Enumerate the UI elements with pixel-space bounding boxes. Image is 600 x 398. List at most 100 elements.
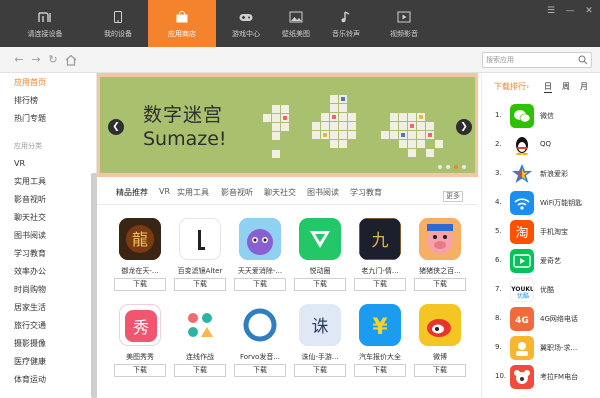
more-button[interactable]: 更多 <box>443 191 463 202</box>
menu-icon[interactable]: ☰ <box>546 6 556 16</box>
weibo-app-icon <box>419 304 461 346</box>
banner-prev-icon[interactable]: ❮ <box>108 119 124 135</box>
close-icon[interactable]: ✕ <box>584 6 594 16</box>
download-button[interactable]: 下载 <box>174 364 226 377</box>
sidebar-item-app-home[interactable]: 应用首页 <box>0 75 92 91</box>
rank-item[interactable]: 9. 翼职场-求... <box>482 333 600 363</box>
back-icon[interactable]: ← <box>12 53 26 67</box>
rank-tab-week[interactable]: 周 <box>562 81 570 92</box>
svg-text:淘: 淘 <box>515 226 528 241</box>
sidebar-item-category[interactable]: 体育运动 <box>0 372 92 388</box>
rank-app-name: 微信 <box>540 112 554 120</box>
rank-app-name: 4G网络电话 <box>540 315 578 323</box>
banner-dot[interactable] <box>462 165 466 169</box>
app-card[interactable]: 秀 美图秀秀 下载 <box>112 304 168 394</box>
banner-dot[interactable] <box>446 165 450 169</box>
sidebar-item-rankings[interactable]: 排行榜 <box>0 93 92 109</box>
app-card[interactable]: Forvo发音... 下载 <box>232 304 288 394</box>
app-card[interactable]: 九 老九门-情... 下载 <box>352 218 408 308</box>
search-icon[interactable] <box>578 55 588 65</box>
rank-item[interactable]: 7. YOUKU 优酷 优酷 <box>482 275 600 305</box>
4g-call-app-icon: 4G <box>510 307 534 331</box>
category-tab[interactable]: 精品推荐 <box>116 187 148 198</box>
app-name: 老九门-情... <box>361 267 399 275</box>
rank-item[interactable]: 3. 新浪爱彩 <box>482 159 600 189</box>
sidebar-item-category[interactable]: VR <box>0 156 92 172</box>
rank-tab-day[interactable]: 日 <box>544 81 552 93</box>
sidebar-item-category[interactable]: 医疗健康 <box>0 354 92 370</box>
search-input[interactable] <box>486 54 574 66</box>
app-name: 微博 <box>433 353 447 361</box>
app-card[interactable]: 诛 诛仙-手游... 下载 <box>292 304 348 394</box>
app-card[interactable]: 猪猪侠之百... 下载 <box>412 218 468 308</box>
banner-title: 数字迷宫 <box>143 104 224 126</box>
download-button[interactable]: 下载 <box>294 278 346 291</box>
download-button[interactable]: 下载 <box>234 364 286 377</box>
sidebar-item-category[interactable]: 聊天社交 <box>0 210 92 226</box>
rank-item[interactable]: 4. WiFi万能钥匙 <box>482 188 600 218</box>
sidebar-item-category[interactable]: 居家生活 <box>0 300 92 316</box>
svg-text:龍: 龍 <box>132 230 148 249</box>
download-button[interactable]: 下载 <box>354 278 406 291</box>
zhuxian-app-icon: 诛 <box>299 304 341 346</box>
category-tab[interactable]: 学习教育 <box>350 187 382 198</box>
download-button[interactable]: 下载 <box>294 364 346 377</box>
rank-item[interactable]: 5. 淘 手机淘宝 <box>482 217 600 247</box>
rank-item[interactable]: 10. 考拉FM电台 <box>482 362 600 392</box>
banner-next-icon[interactable]: ❯ <box>456 119 472 135</box>
rank-app-name: 考拉FM电台 <box>540 373 579 381</box>
banner-dot[interactable] <box>438 165 442 169</box>
download-button[interactable]: 下载 <box>114 364 166 377</box>
sidebar-scrollbar[interactable] <box>91 173 97 398</box>
ranking-title-text: 下载排行 <box>494 82 526 91</box>
download-button[interactable]: 下载 <box>354 364 406 377</box>
tab-video[interactable]: 视频影音 <box>370 0 438 47</box>
wifi-key-app-icon <box>510 191 534 215</box>
home-icon[interactable] <box>64 53 78 67</box>
svg-text:诛: 诛 <box>312 317 329 337</box>
app-card[interactable]: ¥ 汽车报价大全 下载 <box>352 304 408 394</box>
qq-app-icon <box>510 133 534 157</box>
sidebar-item-category[interactable]: 图书阅读 <box>0 228 92 244</box>
category-tab[interactable]: 影音视听 <box>221 187 253 198</box>
banner-dot-active[interactable] <box>454 165 458 169</box>
iqiyi-app-icon <box>510 249 534 273</box>
sidebar-item-category[interactable]: 旅行交通 <box>0 318 92 334</box>
forward-icon[interactable]: → <box>29 53 43 67</box>
rank-tab-month[interactable]: 月 <box>580 81 588 92</box>
app-card[interactable]: 龍 御龙在天-... 下载 <box>112 218 168 308</box>
category-tab[interactable]: VR <box>159 187 170 196</box>
sidebar-item-category[interactable]: 摄影摄像 <box>0 336 92 352</box>
app-name: 美图秀秀 <box>126 353 154 361</box>
download-button[interactable]: 下载 <box>234 278 286 291</box>
rank-item[interactable]: 2. QQ <box>482 130 600 160</box>
app-card[interactable]: 微博 下载 <box>412 304 468 394</box>
tab-connect-device[interactable]: 请连接设备 <box>0 0 90 47</box>
category-tab[interactable]: 图书阅读 <box>307 187 339 198</box>
sidebar-item-category[interactable]: 影音视听 <box>0 192 92 208</box>
rank-item[interactable]: 6. 爱奇艺 <box>482 246 600 276</box>
app-card[interactable]: 连线作战 下载 <box>172 304 228 394</box>
category-tab[interactable]: 聊天社交 <box>264 187 296 198</box>
sidebar-item-category[interactable]: 时尚购物 <box>0 282 92 298</box>
tab-my-device[interactable]: 我的设备 <box>84 0 152 47</box>
tab-app-store[interactable]: 应用商店 <box>148 0 216 47</box>
download-button[interactable]: 下载 <box>114 278 166 291</box>
download-button[interactable]: 下载 <box>174 278 226 291</box>
category-tab[interactable]: 实用工具 <box>177 187 209 198</box>
refresh-icon[interactable]: ↻ <box>46 53 60 67</box>
download-button[interactable]: 下载 <box>414 364 466 377</box>
app-card[interactable]: 百变滤镜Alter 下载 <box>172 218 228 308</box>
sidebar-item-hot-topics[interactable]: 热门专题 <box>0 111 92 127</box>
rank-item[interactable]: 8. 4G 4G网络电话 <box>482 304 600 334</box>
minimize-icon[interactable]: — <box>565 6 575 16</box>
sidebar-item-category[interactable]: 效率办公 <box>0 264 92 280</box>
rank-item[interactable]: 1. 微信 <box>482 101 600 131</box>
sidebar-item-category[interactable]: 学习教育 <box>0 246 92 262</box>
rank-number: 6. <box>495 256 502 264</box>
app-card[interactable]: 天天爱消除-... 下载 <box>232 218 288 308</box>
download-button[interactable]: 下载 <box>414 278 466 291</box>
promo-banner[interactable]: 数字迷宫 Sumaze! ❮ ❯ <box>100 77 475 173</box>
app-card[interactable]: 悦动圈 下载 <box>292 218 348 308</box>
sidebar-item-category[interactable]: 实用工具 <box>0 174 92 190</box>
